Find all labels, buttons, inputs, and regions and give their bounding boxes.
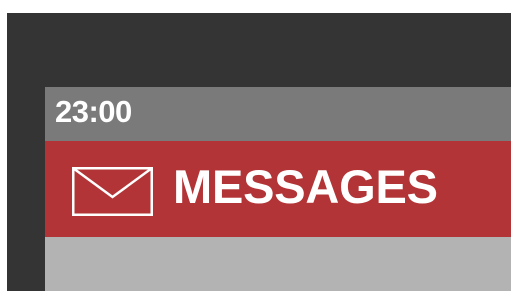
messages-header[interactable]: MESSAGES [45,141,511,237]
content-area [45,237,511,291]
envelope-icon [72,167,153,216]
page-title: MESSAGES [173,160,438,213]
status-bar: 23:00 [45,87,511,141]
screen: 23:00 MESSAGES [45,87,511,291]
status-time: 23:00 [55,94,132,129]
page: 23:00 MESSAGES [0,0,511,291]
